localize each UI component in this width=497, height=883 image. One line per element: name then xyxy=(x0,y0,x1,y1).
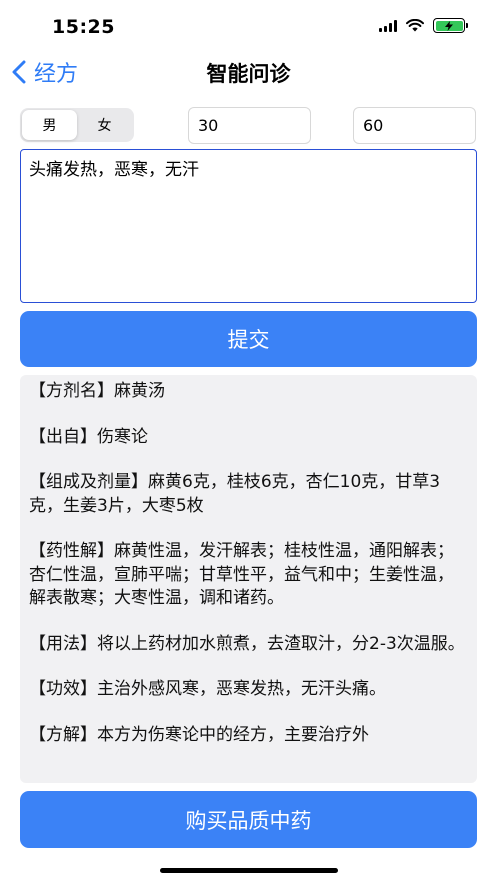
gender-option-male[interactable]: 男 xyxy=(22,110,77,140)
charging-bolt-icon xyxy=(445,20,453,31)
result-source: 【出自】伤寒论 xyxy=(29,426,148,447)
symptom-textarea[interactable]: 头痛发热，恶寒，无汗 xyxy=(20,149,477,303)
status-bar: 15:25 xyxy=(0,0,497,54)
result-composition: 【组成及剂量】麻黄6克，桂枝6克，杏仁10克，甘草3克，生姜3片，大枣5枚 xyxy=(29,472,441,516)
status-time: 15:25 xyxy=(52,16,115,38)
wifi-icon xyxy=(406,19,424,32)
battery-icon xyxy=(433,18,468,33)
page-title: 智能问诊 xyxy=(206,62,291,86)
weight-input[interactable]: 60 xyxy=(353,107,476,144)
status-icons xyxy=(379,18,468,33)
home-indicator[interactable] xyxy=(160,868,338,873)
result-panel[interactable]: 【方剂名】麻黄汤 【出自】伤寒论 【组成及剂量】麻黄6克，桂枝6克，杏仁10克，… xyxy=(20,375,477,783)
submit-button[interactable]: 提交 xyxy=(20,311,477,367)
result-formula-name: 【方剂名】麻黄汤 xyxy=(29,381,165,401)
result-herb-properties: 【药性解】麻黄性温，发汗解表；桂枝性温，通阳解表；杏仁性温，宣肺平喘；甘草性平，… xyxy=(29,541,454,608)
age-input[interactable]: 30 xyxy=(188,107,311,144)
buy-medicine-button[interactable]: 购买品质中药 xyxy=(20,791,477,848)
result-efficacy: 【功效】主治外感风寒，恶寒发热，无汗头痛。 xyxy=(29,679,386,699)
nav-bar: 经方 智能问诊 xyxy=(0,54,497,94)
gender-segmented-control: 男 女 xyxy=(20,108,134,142)
gender-option-female[interactable]: 女 xyxy=(77,110,132,140)
result-explanation: 【方解】本方为伤寒论中的经方，主要治疗外 xyxy=(29,724,369,745)
result-usage: 【用法】将以上药材加水煎煮，去渣取汁，分2-3次温服。 xyxy=(29,633,465,654)
cellular-signal-icon xyxy=(379,19,397,32)
